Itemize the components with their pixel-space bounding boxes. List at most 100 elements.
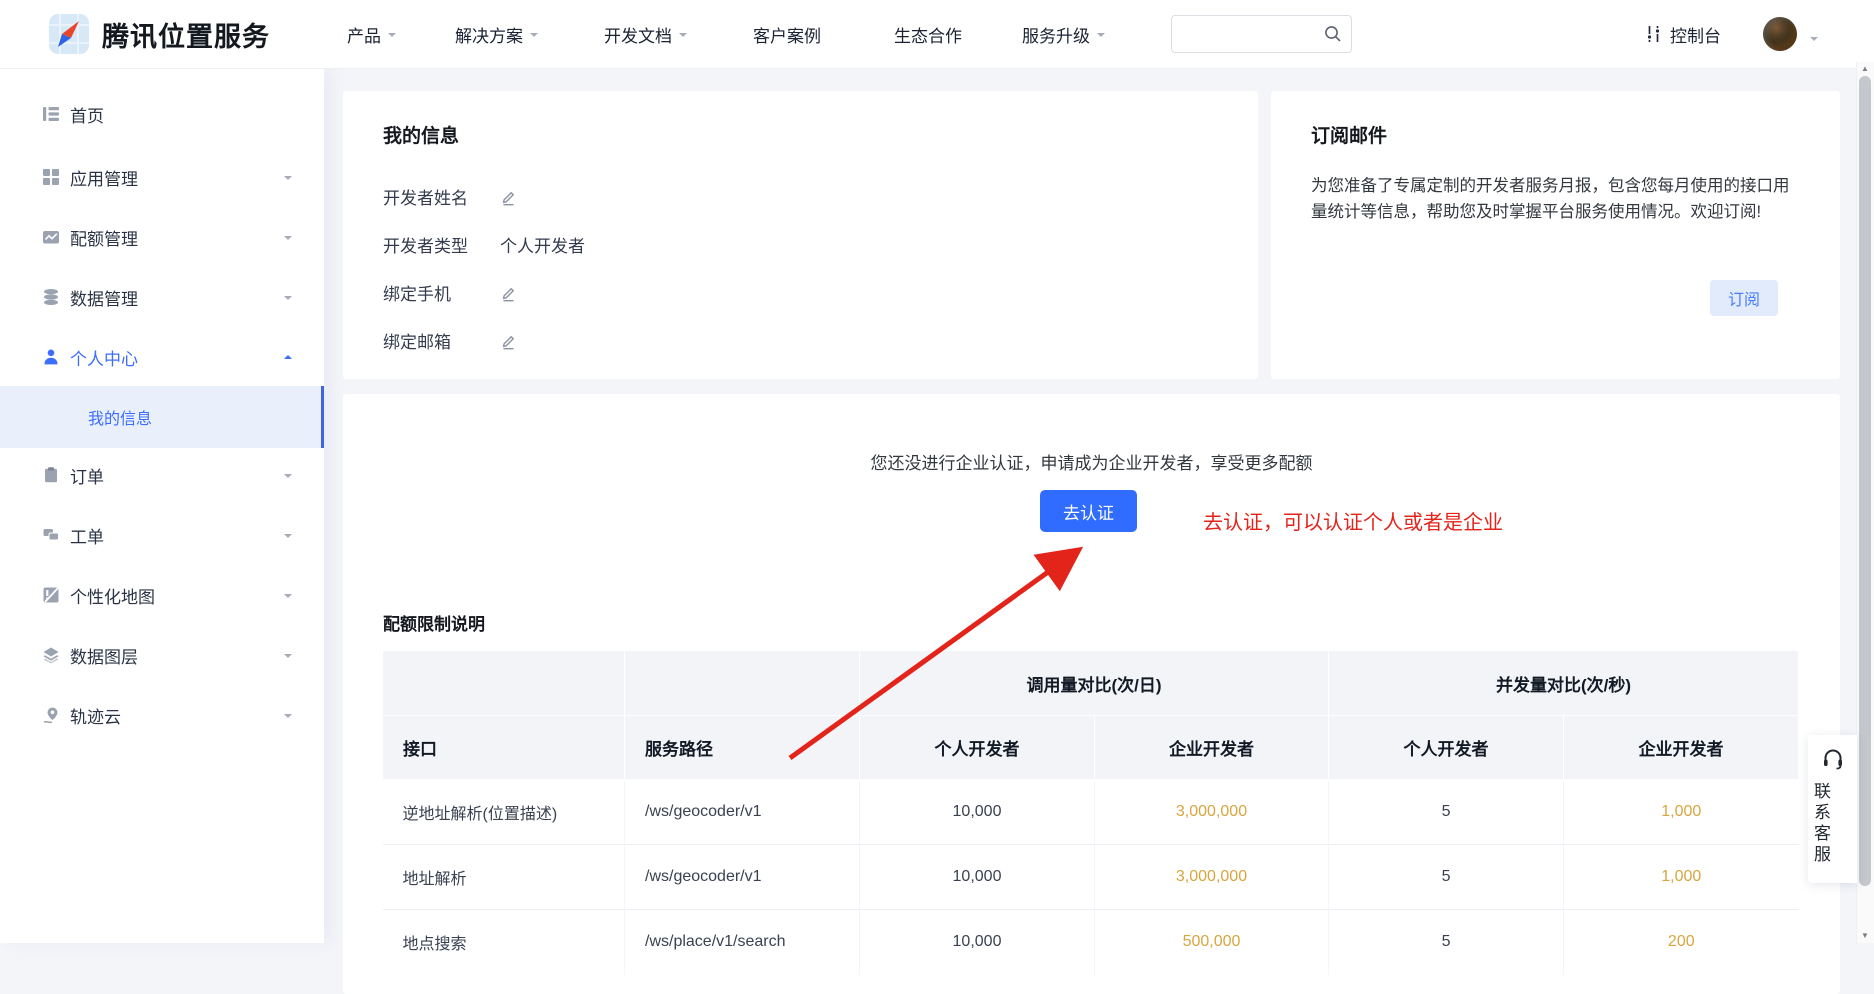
sidebar-subitem-label: 我的信息 bbox=[88, 405, 152, 429]
field-label: 绑定邮箱 bbox=[383, 328, 500, 353]
col-header-personal-daily: 个人开发者 bbox=[860, 716, 1095, 780]
col-header-enterprise-qps: 企业开发者 bbox=[1564, 716, 1799, 780]
certification-quota-card: 您还没进行企业认证，申请成为企业开发者，享受更多配额 去认证 去认证，可以认证个… bbox=[343, 394, 1840, 994]
cell-api: 地点搜索 bbox=[383, 910, 625, 975]
col-header-path: 服务路径 bbox=[625, 716, 860, 780]
page-scrollbar[interactable]: ▲ ▼ bbox=[1856, 62, 1874, 943]
tickets-chat-icon bbox=[42, 526, 60, 544]
sidebar-item-label: 应用管理 bbox=[70, 165, 138, 190]
custom-map-icon bbox=[42, 586, 60, 604]
cell-personal-daily: 10,000 bbox=[860, 845, 1095, 910]
edit-pencil-icon[interactable] bbox=[500, 333, 517, 350]
nav-item-label: 生态合作 bbox=[894, 22, 962, 47]
console-label: 控制台 bbox=[1670, 22, 1721, 47]
table-group-header-row: 调用量对比(次/日) 并发量对比(次/秒) bbox=[383, 651, 1799, 716]
chevron-down-icon bbox=[679, 33, 687, 41]
nav-item-label: 客户案例 bbox=[753, 22, 821, 47]
cell-path: /ws/place/v1/search bbox=[625, 910, 860, 975]
nav-item-products[interactable]: 产品 bbox=[347, 0, 396, 68]
sidebar-item-orders[interactable]: 订单 bbox=[0, 451, 324, 499]
table-row: 地点搜索 /ws/place/v1/search 10,000 500,000 … bbox=[383, 910, 1799, 975]
table-row: 地址解析 /ws/geocoder/v1 10,000 3,000,000 5 … bbox=[383, 845, 1799, 910]
cell-enterprise-daily: 3,000,000 bbox=[1095, 845, 1329, 910]
search-box bbox=[1171, 15, 1352, 53]
headset-icon bbox=[1821, 747, 1845, 771]
search-input[interactable] bbox=[1182, 19, 1316, 51]
nav-item-label: 产品 bbox=[347, 22, 381, 47]
empty-header-cell bbox=[383, 651, 625, 716]
apps-grid-icon bbox=[42, 168, 60, 186]
quota-section-title: 配额限制说明 bbox=[383, 610, 485, 635]
edit-pencil-icon[interactable] bbox=[500, 189, 517, 206]
user-icon bbox=[42, 348, 60, 366]
cell-enterprise-qps: 1,000 bbox=[1564, 780, 1799, 845]
col-header-personal-qps: 个人开发者 bbox=[1329, 716, 1564, 780]
empty-header-cell bbox=[625, 651, 860, 716]
scrollbar-thumb[interactable] bbox=[1859, 76, 1871, 886]
nav-item-upgrade[interactable]: 服务升级 bbox=[1022, 0, 1105, 68]
brand[interactable]: 腾讯位置服务 bbox=[48, 13, 270, 55]
sidebar-item-quota[interactable]: 配额管理 bbox=[0, 213, 324, 261]
nav-item-solutions[interactable]: 解决方案 bbox=[455, 0, 538, 68]
cell-personal-daily: 10,000 bbox=[860, 910, 1095, 975]
chevron-down-icon bbox=[284, 714, 292, 722]
col-header-enterprise-daily: 企业开发者 bbox=[1095, 716, 1329, 780]
cell-path: /ws/geocoder/v1 bbox=[625, 780, 860, 845]
chevron-down-icon[interactable] bbox=[1810, 37, 1818, 45]
sidebar: 首页 应用管理 配额管理 数据管理 个人中心 bbox=[0, 68, 324, 943]
nav-item-docs[interactable]: 开发文档 bbox=[604, 0, 687, 68]
field-label: 开发者类型 bbox=[383, 232, 500, 257]
cell-api: 地址解析 bbox=[383, 845, 625, 910]
cell-personal-qps: 5 bbox=[1329, 910, 1564, 975]
search-icon[interactable] bbox=[1323, 24, 1343, 44]
sidebar-item-data[interactable]: 数据管理 bbox=[0, 273, 324, 321]
chevron-down-icon bbox=[388, 33, 396, 41]
console-link[interactable]: 控制台 bbox=[1645, 0, 1721, 68]
sidebar-item-home[interactable]: 首页 bbox=[0, 90, 324, 138]
scroll-up-icon[interactable]: ▲ bbox=[1861, 64, 1869, 73]
chevron-down-icon bbox=[284, 534, 292, 542]
profile-card-title: 我的信息 bbox=[383, 121, 459, 148]
avatar[interactable] bbox=[1763, 17, 1797, 51]
sidebar-item-custom-map[interactable]: 个性化地图 bbox=[0, 571, 324, 619]
scroll-down-icon[interactable]: ▼ bbox=[1861, 931, 1869, 940]
sidebar-item-tickets[interactable]: 工单 bbox=[0, 511, 324, 559]
profile-row-name: 开发者姓名 bbox=[383, 184, 517, 208]
edit-pencil-icon[interactable] bbox=[500, 285, 517, 302]
sidebar-item-label: 首页 bbox=[70, 102, 104, 127]
nav-item-eco[interactable]: 生态合作 bbox=[894, 0, 962, 68]
chevron-down-icon bbox=[530, 33, 538, 41]
brand-logo-icon bbox=[48, 13, 90, 55]
home-list-icon bbox=[42, 105, 60, 123]
sidebar-item-label: 个人中心 bbox=[70, 345, 138, 370]
cell-personal-daily: 10,000 bbox=[860, 780, 1095, 845]
sidebar-item-label: 订单 bbox=[70, 463, 104, 488]
orders-clipboard-icon bbox=[42, 466, 60, 484]
contact-support-tab[interactable]: 联系客服 bbox=[1808, 735, 1857, 883]
chevron-up-icon bbox=[284, 351, 292, 359]
sidebar-item-label: 个性化地图 bbox=[70, 583, 155, 608]
go-certify-button[interactable]: 去认证 bbox=[1040, 490, 1137, 532]
profile-row-phone: 绑定手机 bbox=[383, 280, 517, 304]
nav-item-cases[interactable]: 客户案例 bbox=[753, 0, 821, 68]
sidebar-item-data-layers[interactable]: 数据图层 bbox=[0, 631, 324, 679]
chevron-down-icon bbox=[284, 236, 292, 244]
red-annotation-text: 去认证，可以认证个人或者是企业 bbox=[1203, 506, 1503, 535]
certification-notice: 您还没进行企业认证，申请成为企业开发者，享受更多配额 bbox=[343, 449, 1840, 474]
sidebar-subitem-my-info[interactable]: 我的信息 bbox=[0, 386, 324, 448]
sidebar-item-personal-center[interactable]: 个人中心 bbox=[0, 333, 324, 381]
group-header-concurrency: 并发量对比(次/秒) bbox=[1329, 651, 1799, 716]
table-header-row: 接口 服务路径 个人开发者 企业开发者 个人开发者 企业开发者 bbox=[383, 716, 1799, 780]
quota-table: 调用量对比(次/日) 并发量对比(次/秒) 接口 服务路径 个人开发者 企业开发… bbox=[382, 650, 1799, 975]
track-cloud-icon bbox=[42, 706, 60, 724]
nav-item-label: 解决方案 bbox=[455, 22, 523, 47]
subscribe-card: 订阅邮件 为您准备了专属定制的开发者服务月报，包含您每月使用的接口用量统计等信息… bbox=[1271, 91, 1840, 379]
chevron-down-icon bbox=[284, 296, 292, 304]
chevron-down-icon bbox=[284, 654, 292, 662]
sidebar-item-track-cloud[interactable]: 轨迹云 bbox=[0, 691, 324, 739]
subscribe-button[interactable]: 订阅 bbox=[1710, 280, 1778, 316]
cell-enterprise-daily: 3,000,000 bbox=[1095, 780, 1329, 845]
sidebar-item-apps[interactable]: 应用管理 bbox=[0, 153, 324, 201]
quota-chart-icon bbox=[42, 228, 60, 246]
sidebar-item-label: 数据管理 bbox=[70, 285, 138, 310]
